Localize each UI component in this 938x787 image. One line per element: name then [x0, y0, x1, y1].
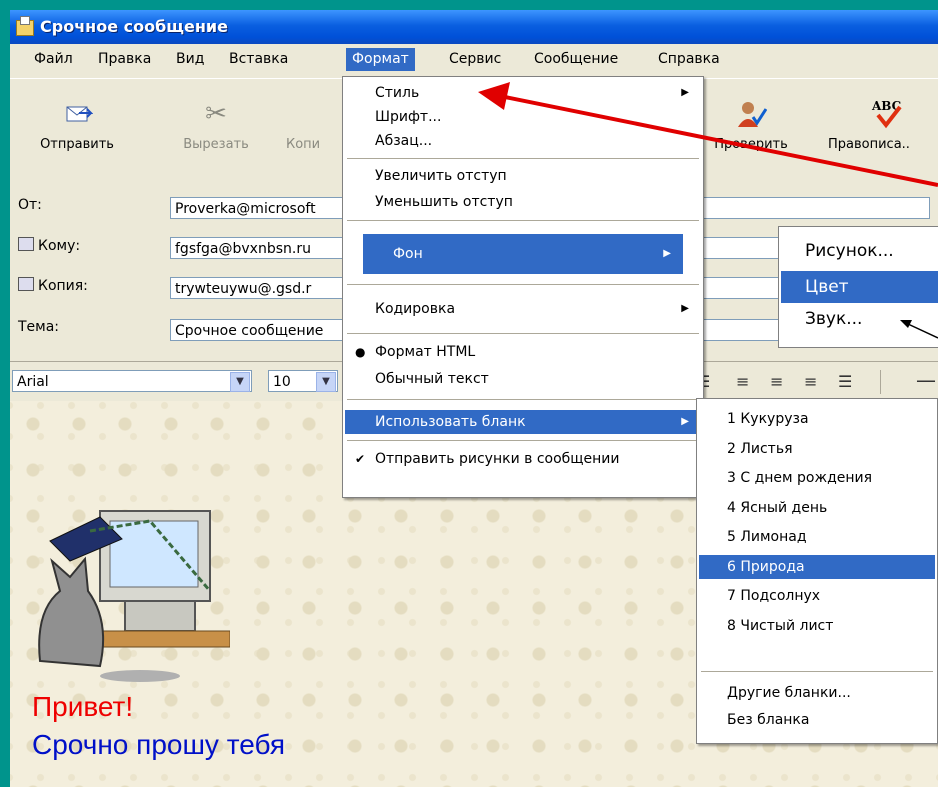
message-window: Срочное сообщение Файл Правка Вид Вставк…: [10, 10, 938, 787]
black-pointer-arrow: [907, 323, 938, 339]
red-pointer-arrow: [499, 94, 938, 187]
annotation-arrows: [478, 82, 938, 339]
red-arrow-head: [478, 82, 510, 110]
black-arrow-head: [900, 320, 912, 328]
